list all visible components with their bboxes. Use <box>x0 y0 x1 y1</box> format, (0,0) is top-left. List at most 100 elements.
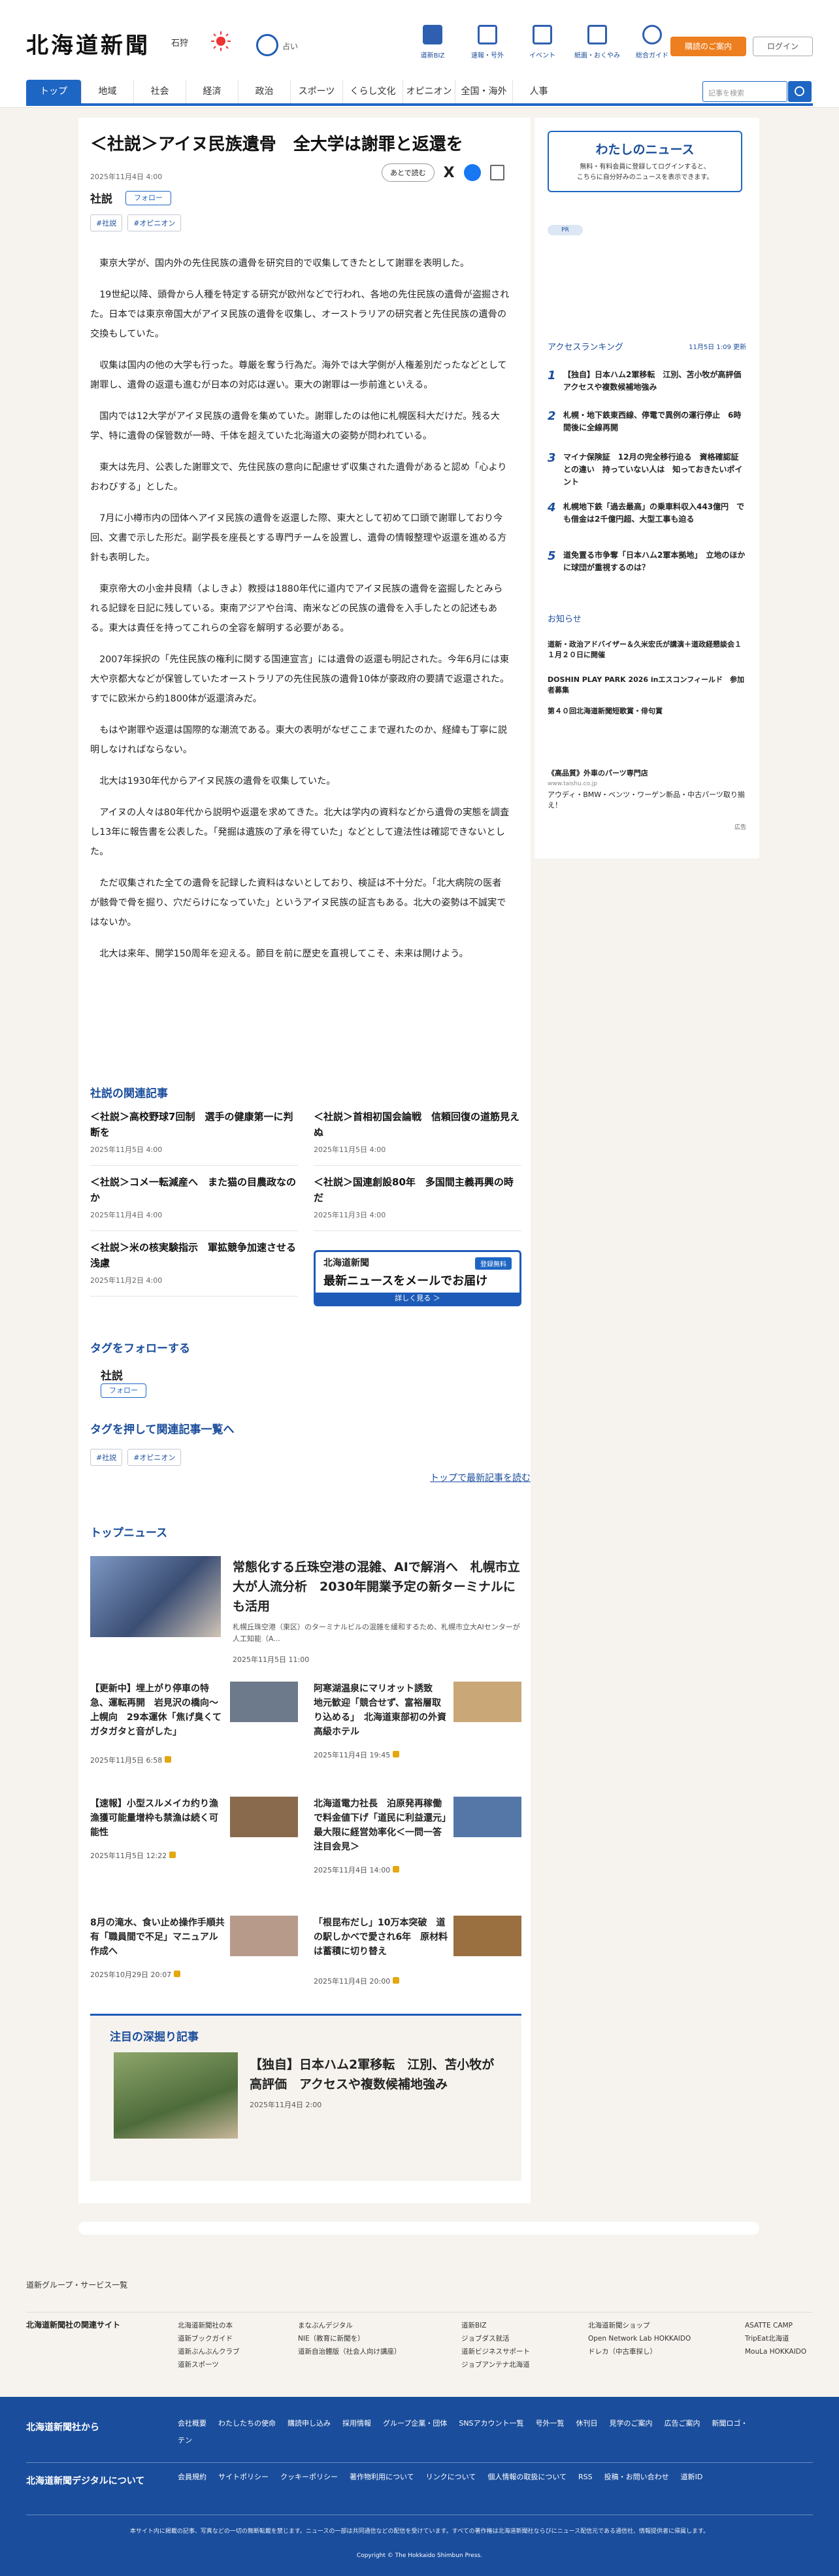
related-site-link[interactable]: 北海道新聞ショップ <box>588 2319 691 2332</box>
my-news-box[interactable]: わたしのニュース 無料・有料会員に登録してログインすると、 こちらに自分好みのニュ… <box>548 131 742 192</box>
subscribe-button[interactable]: 購読のご案内 <box>670 37 746 56</box>
related-site-link[interactable]: NIE（教育に新聞を） <box>298 2332 401 2345</box>
group-services-link[interactable]: 道新グループ・サービス一覧 <box>26 2279 127 2290</box>
footer-link[interactable]: 投稿・お問い合わせ <box>604 2473 669 2481</box>
footer-link[interactable]: SNSアカウント一覧 <box>459 2419 523 2428</box>
related-site-link[interactable]: MouLa HOKKAIDO <box>745 2345 806 2358</box>
news-title[interactable]: 【速報】小型スルメイカ约り漁 漁獲可能量增枠も禁漁は続く可能性 <box>90 1797 227 1840</box>
ranking-title[interactable]: 札幌地下鉄「過去最高」の乗車料収入443億円 でも借金は2千億円超、大型工事も迫… <box>563 501 746 526</box>
related-title[interactable]: ＜社説＞国連創設80年 多国間主義再興の時だ <box>314 1174 521 1206</box>
related-item[interactable]: ＜社説＞米の核実験指示 軍拡競争加速させる浅慮 2025年11月2日 4:00 <box>90 1240 298 1296</box>
header-link[interactable]: 速報・号外 <box>460 25 515 59</box>
nav-tab[interactable]: オピニオン <box>403 80 455 103</box>
footer-link[interactable]: リンクについて <box>426 2473 476 2481</box>
news-title[interactable]: 「根昆布だし」10万本突破 道の駅しかべで愛され6年 原材料は蓄積に切り替え <box>314 1916 450 1959</box>
notice-item[interactable]: 第４０回北海道新聞短歌賞・俳句賞 <box>548 706 746 717</box>
related-item[interactable]: ＜社説＞国連創設80年 多国間主義再興の時だ 2025年11月3日 4:00 <box>314 1174 521 1231</box>
mail-banner[interactable]: 北海道新聞 登録無料 最新ニュースをメールでお届け 詳しく見る ＞ <box>314 1250 521 1306</box>
news-title[interactable]: 阿寒湖温泉にマリオット誘致 地元歓迎「競合せず、富裕層取り込める」 北海道東部初… <box>314 1682 450 1739</box>
news-item[interactable]: 阿寒湖温泉にマリオット誘致 地元歓迎「競合せず、富裕層取り込める」 北海道東部初… <box>314 1682 521 1773</box>
tag-chip[interactable]: #社説 <box>90 214 123 231</box>
search-icon[interactable] <box>788 81 812 102</box>
nav-tab[interactable]: 政治 <box>238 80 290 103</box>
nav-tab[interactable]: 全国・海外 <box>455 80 512 103</box>
footer-link[interactable]: 著作物利用について <box>350 2473 414 2481</box>
mail-banner-cta[interactable]: 詳しく見る ＞ <box>316 1293 519 1304</box>
nav-tab[interactable]: 社会 <box>133 80 186 103</box>
related-title[interactable]: ＜社説＞高校野球7回制 選手の健康第一に判断を <box>90 1109 298 1140</box>
related-site-link[interactable]: TripEat北海道 <box>745 2332 806 2345</box>
notice-heading[interactable]: お知らせ <box>548 612 582 624</box>
footer-link[interactable]: わたしたちの使命 <box>218 2419 276 2428</box>
nav-tab[interactable]: スポーツ <box>290 80 342 103</box>
footer-link[interactable]: 休刊日 <box>576 2419 598 2428</box>
footer-link[interactable]: 道新ID <box>681 2473 703 2481</box>
news-item[interactable]: 【更新中】埋上がり停車の特急、運転再開 岩見沢の橋向～上幌向 29本運休「焦げ臭… <box>90 1682 298 1773</box>
footer-link[interactable]: 見学のご案内 <box>610 2419 653 2428</box>
news-item[interactable]: 8月の滝水、食い止め操作手順共有「職員間で不足」マニュアル作成へ 2025年10月… <box>90 1916 298 2007</box>
related-site-link[interactable]: 道新自治體版（社会人向け講座） <box>298 2345 401 2358</box>
related-site-link[interactable]: 道新ブックガイド <box>178 2332 240 2345</box>
footer-link[interactable]: RSS <box>578 2473 593 2481</box>
footer-link[interactable]: 採用情報 <box>342 2419 371 2428</box>
related-site-link[interactable]: 道新スポーツ <box>178 2358 240 2371</box>
hero-title[interactable]: 常態化する丘珠空港の混雑、AIで解消へ 札幌市立大が人流分析 2030年開業予定… <box>233 1557 520 1616</box>
related-item[interactable]: ＜社説＞コメ一転減産へ また猫の目農政なのか 2025年11月4日 4:00 <box>90 1174 298 1231</box>
related-title[interactable]: ＜社説＞首相初国会論戦 信頼回復の道筋見えぬ <box>314 1109 521 1140</box>
related-item[interactable]: ＜社説＞首相初国会論戦 信頼回復の道筋見えぬ 2025年11月5日 4:00 <box>314 1109 521 1166</box>
news-item[interactable]: 「根昆布だし」10万本突破 道の駅しかべで愛され6年 原材料は蓄積に切り替え 20… <box>314 1916 521 2007</box>
facebook-share-icon[interactable] <box>463 164 481 181</box>
fortune-label[interactable]: 占い <box>282 41 298 52</box>
related-site-link[interactable]: ジョブダス就活 <box>461 2332 530 2345</box>
ad-title[interactable]: 《高品質》外車のパーツ専門店 <box>548 768 746 778</box>
ranking-title[interactable]: 札幌・地下鉄東西線、停電で異例の運行停止 6時間後に全線再開 <box>563 409 746 434</box>
top-latest-link[interactable]: トップで最新記事を読む <box>430 1471 531 1484</box>
news-thumbnail[interactable] <box>230 1682 298 1722</box>
ranking-title[interactable]: 道免置る市争奪「日本ハム2軍本拠地」 立地のほかに球団が重視するのは？ <box>563 549 746 574</box>
nav-tab[interactable]: トップ <box>26 80 81 103</box>
footer-link[interactable]: グループ企業・団体 <box>383 2419 447 2428</box>
nav-tab[interactable]: 人事 <box>512 80 565 103</box>
tag-chip[interactable]: #オピニオン <box>127 214 182 231</box>
deep-dive-image[interactable] <box>114 2052 238 2139</box>
deep-dive-title[interactable]: 【独自】日本ハム2軍移転 江別、苫小牧が高評価 アクセスや複数候補地強み <box>250 2055 504 2094</box>
search-input[interactable]: 記事を検索 <box>702 81 787 102</box>
footer-link[interactable]: サイトポリシー <box>218 2473 269 2481</box>
header-link[interactable]: イベント <box>515 25 570 59</box>
ranking-title[interactable]: 【独自】日本ハム2軍移転 江別、苫小牧が高評価 アクセスや複数候補地強み <box>563 369 749 394</box>
footer-link[interactable]: 号外一覧 <box>536 2419 565 2428</box>
x-share-icon[interactable]: X <box>444 165 455 181</box>
share-icon[interactable] <box>489 165 504 180</box>
nav-tab[interactable]: 地域 <box>81 80 133 103</box>
header-link[interactable]: 道新BIZ <box>405 25 460 59</box>
nav-tab[interactable]: くらし文化 <box>342 80 403 103</box>
fortune-icon[interactable] <box>256 34 278 56</box>
footer-link[interactable]: 個人情報の取扱について <box>487 2473 567 2481</box>
news-thumbnail[interactable] <box>230 1797 298 1837</box>
tag-follow-button[interactable]: フォロー <box>101 1383 146 1398</box>
related-title[interactable]: ＜社説＞コメ一転減産へ また猫の目農政なのか <box>90 1174 298 1206</box>
news-thumbnail[interactable] <box>453 1682 521 1722</box>
related-site-link[interactable]: 道新ぶんぶんクラブ <box>178 2345 240 2358</box>
header-link[interactable]: 紙面・おくやみ <box>570 25 625 59</box>
related-site-link[interactable]: ASATTE CAMP <box>745 2319 806 2332</box>
notice-item[interactable]: DOSHIN PLAY PARK 2026 inエスコンフィールド 参加者募集 <box>548 675 746 696</box>
news-thumbnail[interactable] <box>230 1916 298 1956</box>
footer-link[interactable]: 会員規約 <box>178 2473 206 2481</box>
related-site-link[interactable]: ドレカ（中古車探し） <box>588 2345 691 2358</box>
nav-tab[interactable]: 経済 <box>186 80 238 103</box>
related-site-link[interactable]: まなぶんデジタル <box>298 2319 401 2332</box>
related-site-link[interactable]: 道新ビジネスサポート <box>461 2345 530 2358</box>
related-title[interactable]: ＜社説＞米の核実験指示 軍拡競争加速させる浅慮 <box>90 1240 298 1271</box>
footer-link[interactable]: クッキーポリシー <box>280 2473 338 2481</box>
follow-button[interactable]: フォロー <box>125 191 171 205</box>
hero-image[interactable] <box>90 1556 221 1637</box>
related-site-link[interactable]: ジョブアンテナ北海道 <box>461 2358 530 2371</box>
sidebar-ad[interactable]: 《高品質》外車のパーツ専門店 www.taishu.co.jp アウディ・BMW… <box>548 768 746 811</box>
news-title[interactable]: 【更新中】埋上がり停車の特急、運転再開 岩見沢の橋向～上幌向 29本運休「焦げ臭… <box>90 1682 226 1739</box>
ranking-title[interactable]: マイナ保険証 12月の完全移行迫る 資格確認証との違い 持っていない人は 知って… <box>563 451 746 488</box>
footer-link[interactable]: 会社概要 <box>178 2419 206 2428</box>
news-item[interactable]: 北海道電力社長 泊原発再稼働で料金値下げ「道民に利益還元」 最大限に経営効率化＜… <box>314 1797 521 1888</box>
related-site-link[interactable]: 北海道新聞社の本 <box>178 2319 240 2332</box>
news-item[interactable]: 【速報】小型スルメイカ约り漁 漁獲可能量增枠も禁漁は続く可能性 2025年11月5… <box>90 1797 298 1888</box>
